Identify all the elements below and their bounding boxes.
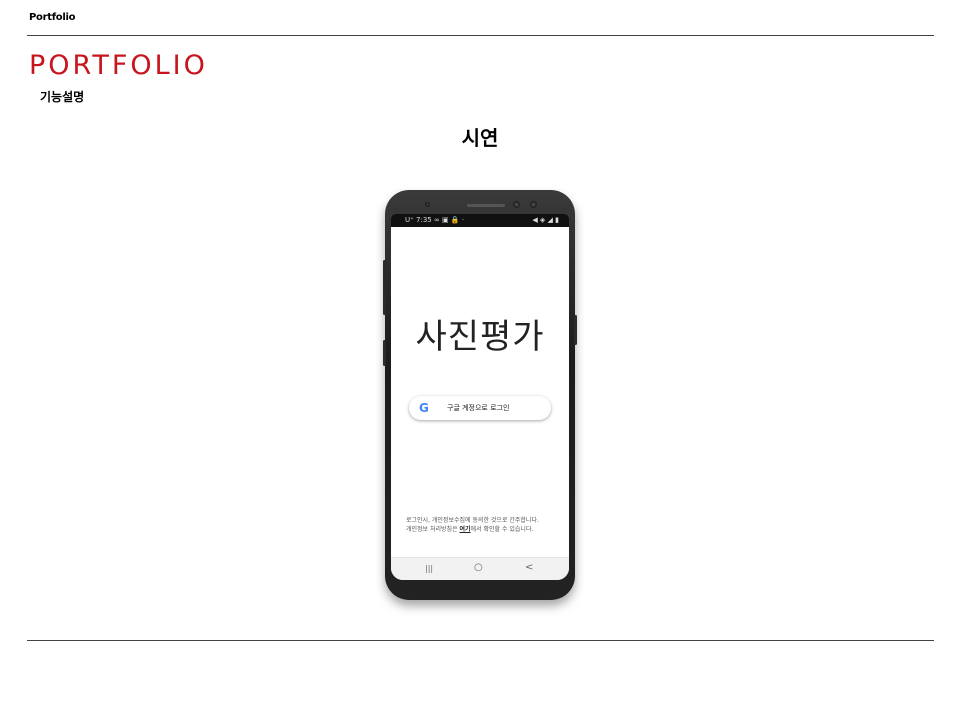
- page-subtitle: 기능설명: [40, 90, 85, 104]
- sensor-icon: [425, 202, 430, 207]
- phone-screen: U⁺ 7:35 ∞ ▣ 🔒 · ◀ ◈ ◢ ▮ 사진평가 G 구글 계정으로 로…: [391, 214, 569, 580]
- back-button[interactable]: <: [525, 562, 533, 573]
- top-divider: [27, 35, 934, 36]
- bottom-divider: [27, 640, 934, 641]
- status-left: U⁺ 7:35 ∞ ▣ 🔒 ·: [405, 216, 465, 224]
- page-title: PORTFOLIO: [29, 50, 208, 81]
- privacy-notice: 로그인시, 개인정보수집에 동의한 것으로 간주합니다. 개인정보 처리방침은 …: [406, 516, 566, 534]
- power-button: [574, 315, 577, 345]
- recents-button[interactable]: |||: [425, 564, 433, 573]
- privacy-notice-line2: 개인정보 처리방침은 여기에서 확인할 수 있습니다.: [406, 525, 566, 534]
- header-label: Portfolio: [29, 12, 76, 23]
- android-nav-bar: ||| ○ <: [391, 557, 569, 580]
- privacy-notice-suffix: 에서 확인할 수 있습니다.: [470, 526, 534, 533]
- front-camera-icon: [513, 201, 520, 208]
- privacy-policy-link[interactable]: 여기: [460, 526, 471, 533]
- google-icon: G: [419, 401, 429, 415]
- privacy-notice-prefix: 개인정보 처리방침은: [406, 526, 460, 533]
- google-login-label: 구글 계정으로 로그인: [447, 404, 510, 412]
- iris-camera-icon: [530, 201, 537, 208]
- app-title: 사진평가: [415, 317, 545, 357]
- status-icons: ◀ ◈ ◢ ▮: [532, 216, 559, 224]
- home-button[interactable]: ○: [474, 562, 483, 573]
- status-bar: U⁺ 7:35 ∞ ▣ 🔒 · ◀ ◈ ◢ ▮: [391, 214, 569, 227]
- google-login-button[interactable]: G 구글 계정으로 로그인: [409, 396, 551, 420]
- phone-mockup: U⁺ 7:35 ∞ ▣ 🔒 · ◀ ◈ ◢ ▮ 사진평가 G 구글 계정으로 로…: [383, 190, 577, 600]
- volume-up-button: [383, 260, 386, 315]
- privacy-notice-line1: 로그인시, 개인정보수집에 동의한 것으로 간주합니다.: [406, 517, 539, 524]
- section-title: 시연: [461, 126, 499, 150]
- bixby-button: [383, 340, 386, 366]
- speaker-grille: [467, 204, 505, 207]
